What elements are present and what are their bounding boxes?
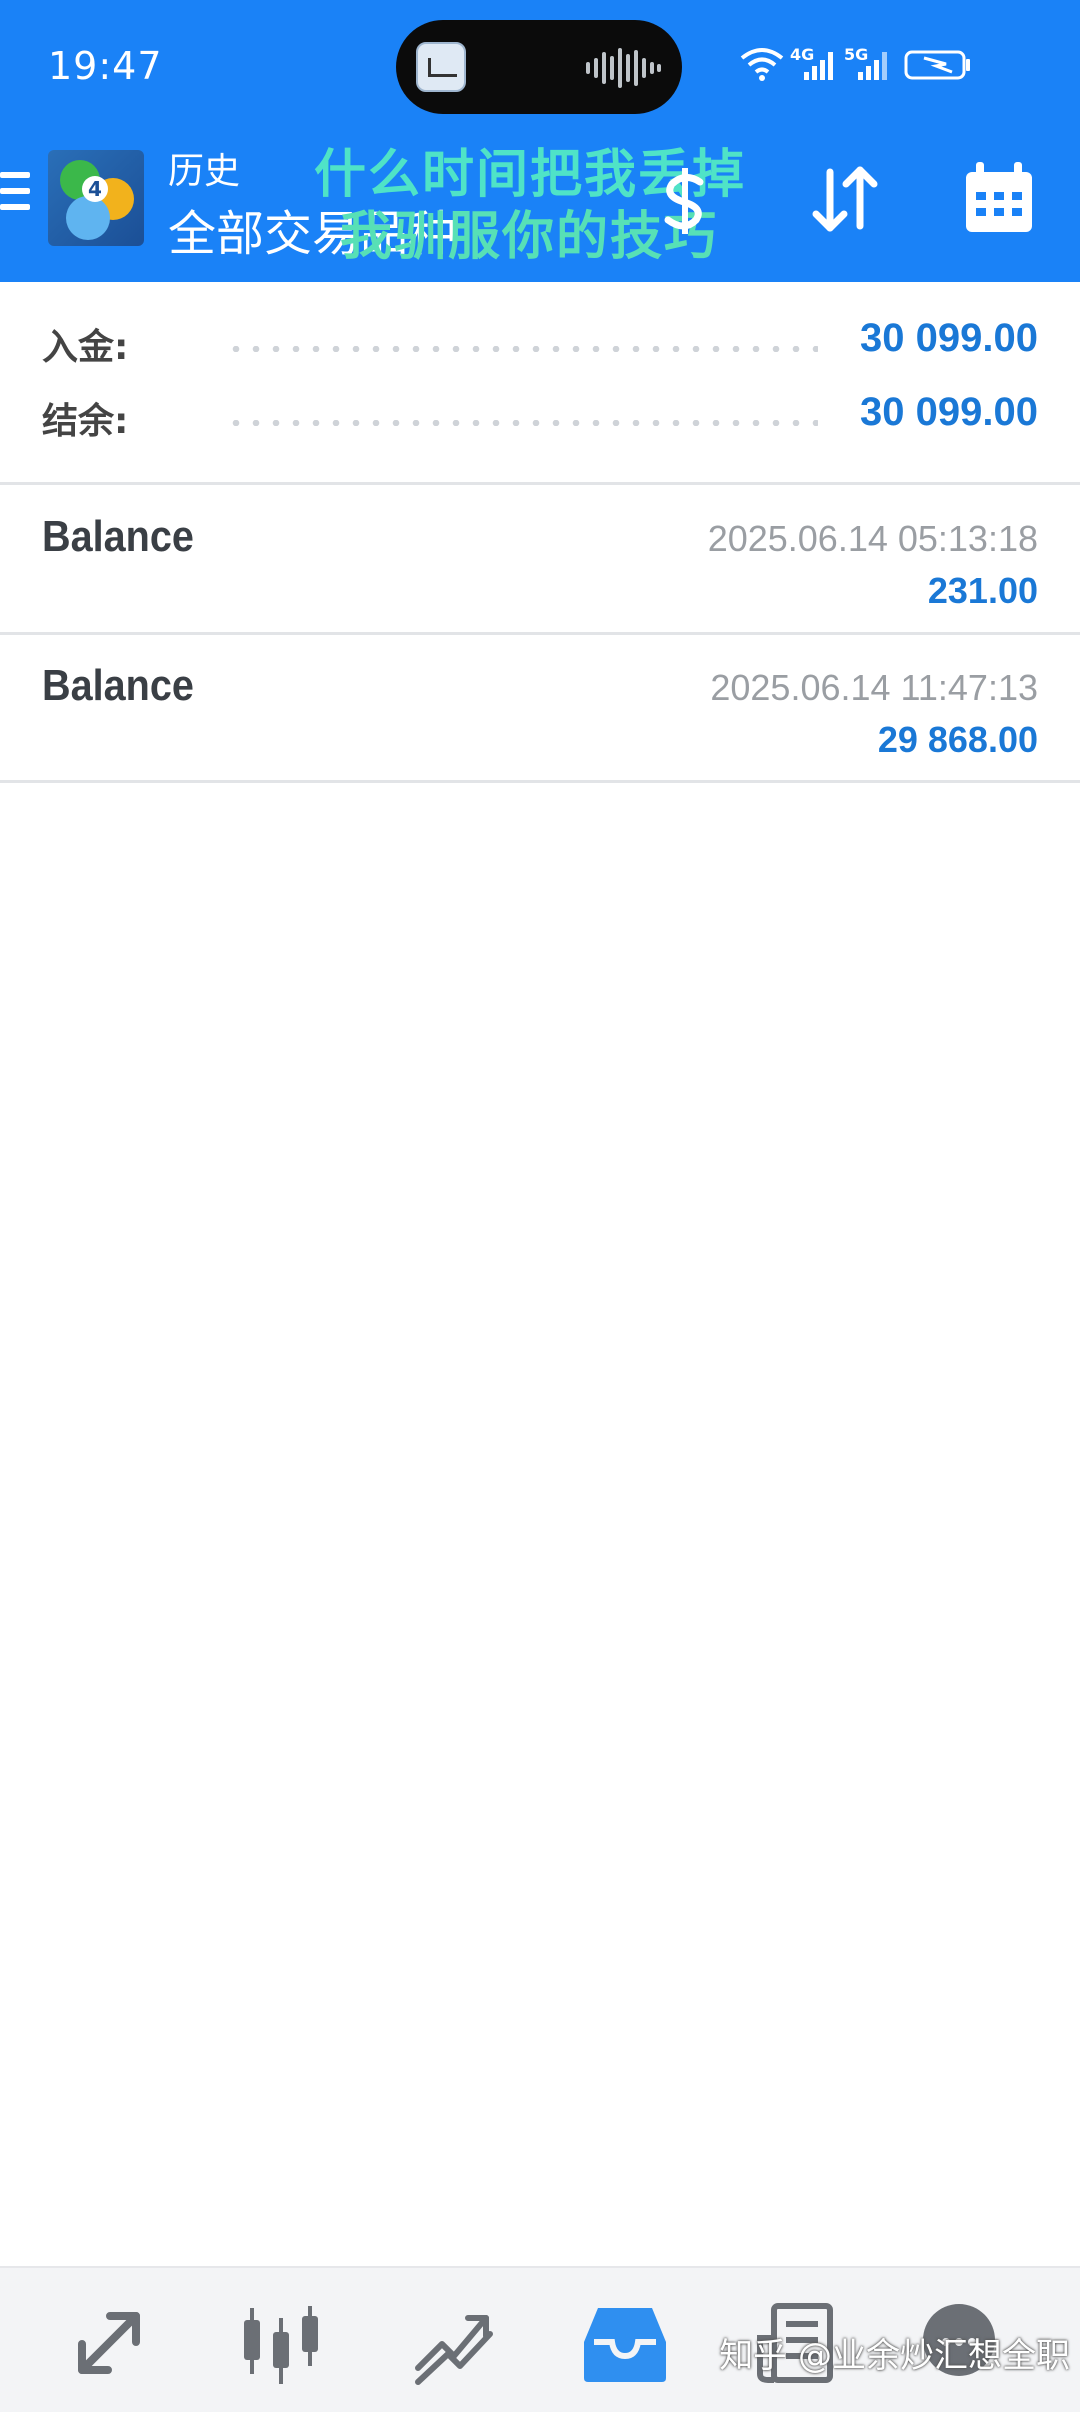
audio-wave-icon [586,48,661,88]
divider [0,482,1080,485]
summary-label: 入金: [42,327,129,368]
page-title: 历史 [168,151,241,192]
quotes-icon[interactable] [64,2298,154,2388]
deal-amount: 231.00 [927,570,1038,611]
deal-date: 2025.06.14 11:47:13 [710,667,1038,708]
summary-value: 30 099.00 [860,390,1038,434]
charts-icon[interactable] [236,2298,326,2388]
currency-icon[interactable] [640,154,730,244]
menu-icon[interactable] [0,172,30,222]
summary-label: 结余: [42,401,129,442]
summary-row-balance: 结余: 30 099.00 [0,384,1080,458]
status-time: 19:47 [48,44,163,88]
network-5g-label: 5G [844,45,868,64]
dynamic-island[interactable] [396,20,682,114]
deal-type: Balance [42,661,194,710]
trade-icon[interactable] [408,2298,498,2388]
bottom-navigation: 知乎 @业余炒汇想全职 [0,2266,1080,2412]
dotted-leader [226,346,818,352]
status-icons: 4G 5G [740,45,970,81]
metatrader-logo-icon: 4 [48,150,144,246]
history-icon[interactable] [580,2298,670,2388]
divider [0,780,1080,783]
watermark: 知乎 @业余炒汇想全职 [719,2336,1070,2376]
media-thumbnail-icon [416,42,466,92]
deal-type: Balance [42,512,194,561]
network-4g-label: 4G [790,45,814,64]
summary-value: 30 099.00 [860,316,1038,360]
deal-row[interactable]: Balance 2025.06.14 11:47:13 29 868.00 [0,635,1080,781]
status-bar: 19:47 4G 5G [0,0,1080,132]
battery-icon [904,50,970,80]
calendar-icon[interactable] [954,154,1044,244]
wifi-icon [740,48,784,81]
sort-icon[interactable] [800,154,890,244]
deal-row[interactable]: Balance 2025.06.14 05:13:18 231.00 [0,486,1080,632]
deal-amount: 29 868.00 [877,719,1038,760]
summary-row-deposit: 入金: 30 099.00 [0,310,1080,384]
deal-date: 2025.06.14 05:13:18 [707,518,1038,559]
app-header: 4 历史 全部交易品种 什么时间把我丢掉 我驯服你的技巧 [0,132,1080,282]
top-bar: 19:47 4G 5G 4 历史 全部交易品种 什么时间把我丢掉 我驯服你的技巧 [0,0,1080,282]
dotted-leader [226,420,818,426]
